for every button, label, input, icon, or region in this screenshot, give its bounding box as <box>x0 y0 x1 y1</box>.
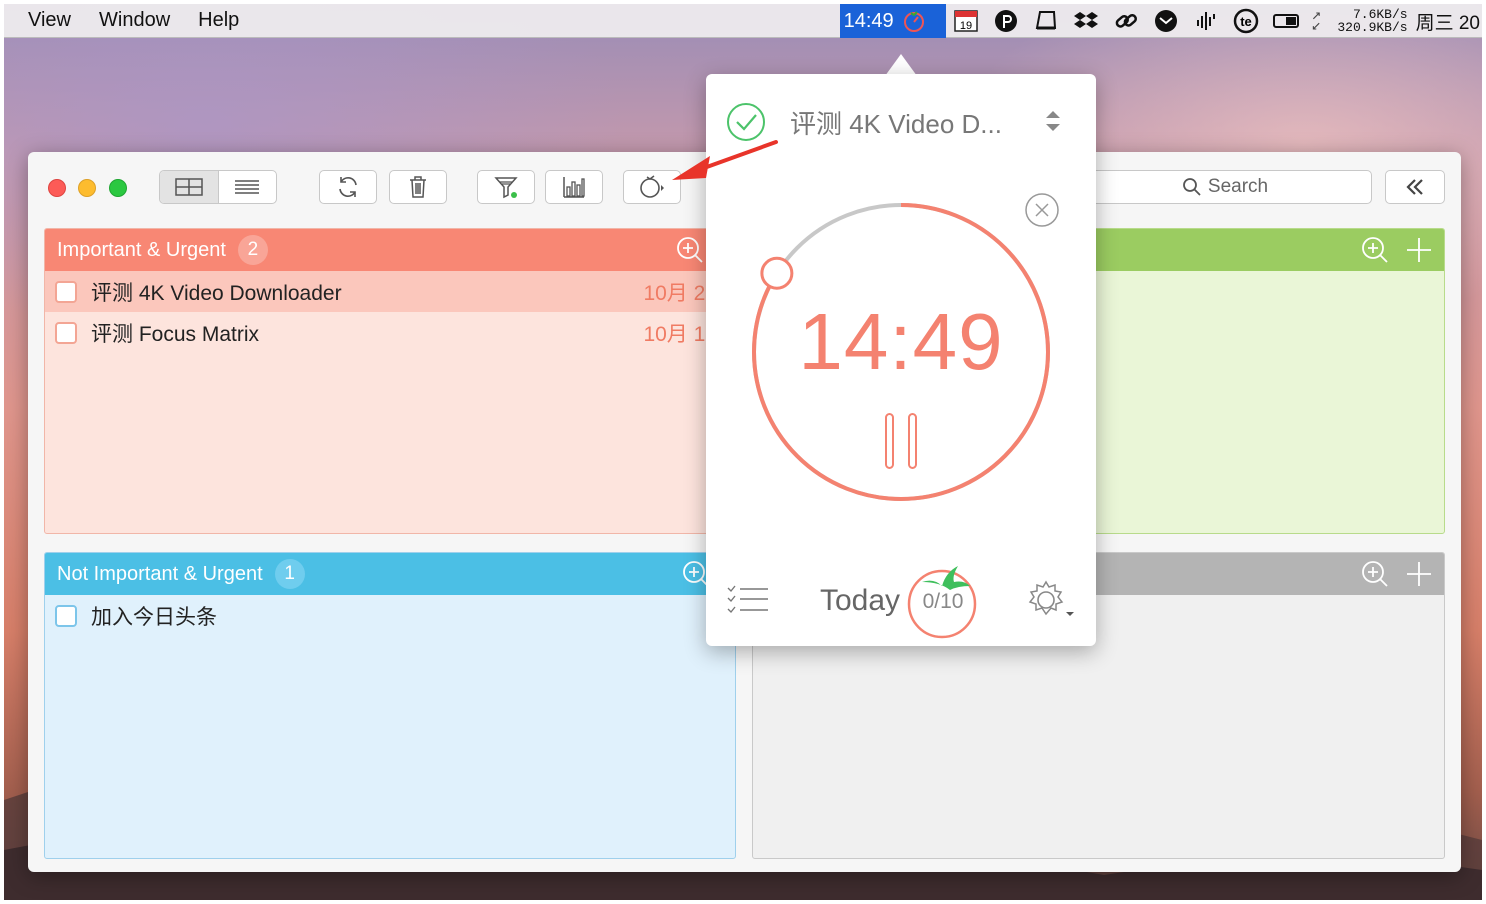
transfer-arrows-icon <box>1306 4 1328 38</box>
quadrant-title: Not Important & Urgent <box>57 562 263 585</box>
gear-icon[interactable] <box>1024 578 1078 622</box>
menubar-clock[interactable]: 周三 20 <box>1408 8 1482 35</box>
p-app-icon[interactable] <box>986 4 1026 38</box>
task-checkbox[interactable] <box>55 280 77 303</box>
quadrant-important-urgent: Important & Urgent 2 评测 4K Video Downloa… <box>44 228 730 534</box>
task-count-badge: 2 <box>237 235 268 265</box>
quadrant-header: Important & Urgent 2 <box>45 229 729 271</box>
pomodoro-count: 0/10 <box>922 590 964 613</box>
task-checkbox[interactable] <box>55 321 77 344</box>
calendar-day: 19 <box>959 20 971 32</box>
statistics-button[interactable] <box>545 170 603 204</box>
sync-button[interactable] <box>319 170 377 204</box>
net-download: 320.9KB/s <box>1337 20 1408 35</box>
quadrant-title: Important & Urgent <box>57 238 226 261</box>
task-checkbox[interactable] <box>55 604 77 627</box>
delete-button[interactable] <box>389 170 447 204</box>
current-task-name: 评测 4K Video D... <box>790 108 1002 139</box>
popover-arrow <box>885 54 917 76</box>
add-task-icon[interactable] <box>1404 235 1434 265</box>
quadrant-header: Not Important & Urgent 1 <box>45 553 735 595</box>
menu-view[interactable]: View <box>4 9 85 32</box>
close-window-button[interactable] <box>48 179 66 197</box>
minimize-window-button[interactable] <box>78 179 96 197</box>
annotation-arrow <box>672 140 778 180</box>
up-down-chevron-icon[interactable] <box>1044 108 1062 134</box>
search-input[interactable]: Search <box>1078 170 1372 204</box>
drive-icon[interactable] <box>1026 4 1066 38</box>
screen-frame: View Window Help 14:49 19 te 7.6KB/s 320… <box>4 4 1482 900</box>
search-icon <box>1182 178 1201 196</box>
quadrant-not-important-urgent: Not Important & Urgent 1 加入今日头条 <box>44 552 736 859</box>
trash-icon <box>410 176 426 198</box>
filter-icon <box>494 177 518 199</box>
quadrant-header <box>1069 229 1444 271</box>
zoom-in-icon[interactable] <box>1360 235 1390 265</box>
grid-view-icon <box>175 178 203 196</box>
today-label: Today <box>820 584 901 617</box>
svg-text:te: te <box>1240 14 1252 29</box>
menu-help[interactable]: Help <box>184 9 253 32</box>
task-title: 加入今日头条 <box>91 605 217 629</box>
grid-view-button[interactable] <box>160 171 219 203</box>
zoom-in-icon[interactable] <box>1360 559 1390 589</box>
quadrant-important-not-urgent <box>1068 228 1445 534</box>
search-placeholder: Search <box>1207 176 1269 197</box>
network-speed: 7.6KB/s 320.9KB/s <box>1328 8 1408 35</box>
menubar-status-area: 14:49 19 te 7.6KB/s 320.9KB/s 周三 20 <box>839 4 1482 38</box>
refresh-icon <box>339 177 357 197</box>
add-task-icon[interactable] <box>1404 559 1434 589</box>
link-icon[interactable] <box>1106 4 1146 38</box>
mini-timer-icon <box>903 11 924 32</box>
pause-icon[interactable] <box>884 412 918 470</box>
checklist-icon[interactable] <box>726 584 770 616</box>
popover-footer: Today 0/10 <box>706 554 1096 639</box>
countdown-time: 14:49 <box>798 297 1004 386</box>
task-row[interactable]: 评测 4K Video Downloader 10月 21 <box>45 271 729 312</box>
filter-button[interactable] <box>477 170 535 204</box>
view-mode-segment <box>159 170 277 204</box>
task-title: 评测 4K Video Downloader <box>91 281 342 305</box>
task-title: 评测 Focus Matrix <box>91 322 260 346</box>
task-count-badge: 1 <box>274 559 305 589</box>
dropbox-icon[interactable] <box>1066 4 1106 38</box>
te-app-icon[interactable]: te <box>1226 4 1266 38</box>
menubar-timer[interactable]: 14:49 <box>839 4 946 38</box>
double-chevron-left-icon <box>1406 179 1423 195</box>
zoom-in-icon[interactable] <box>675 235 705 265</box>
task-row[interactable]: 加入今日头条 <box>45 595 735 636</box>
menu-bar: View Window Help 14:49 19 te 7.6KB/s 320… <box>4 4 1482 38</box>
list-view-icon <box>235 180 260 194</box>
audio-icon[interactable] <box>1186 4 1226 38</box>
timer-icon <box>640 175 664 198</box>
zoom-window-button[interactable] <box>109 179 127 197</box>
calendar-icon[interactable]: 19 <box>946 4 986 38</box>
timer-ring-knob[interactable] <box>760 256 794 290</box>
collapse-sidebar-button[interactable] <box>1385 170 1445 204</box>
list-view-button[interactable] <box>219 171 277 203</box>
task-row[interactable]: 评测 Focus Matrix 10月 19 <box>45 312 729 353</box>
toggle-icon[interactable] <box>1266 4 1306 38</box>
mail-icon[interactable] <box>1146 4 1186 38</box>
bar-chart-icon <box>563 177 585 198</box>
menubar-timer-text: 14:49 <box>843 9 894 32</box>
menu-window[interactable]: Window <box>85 9 184 32</box>
